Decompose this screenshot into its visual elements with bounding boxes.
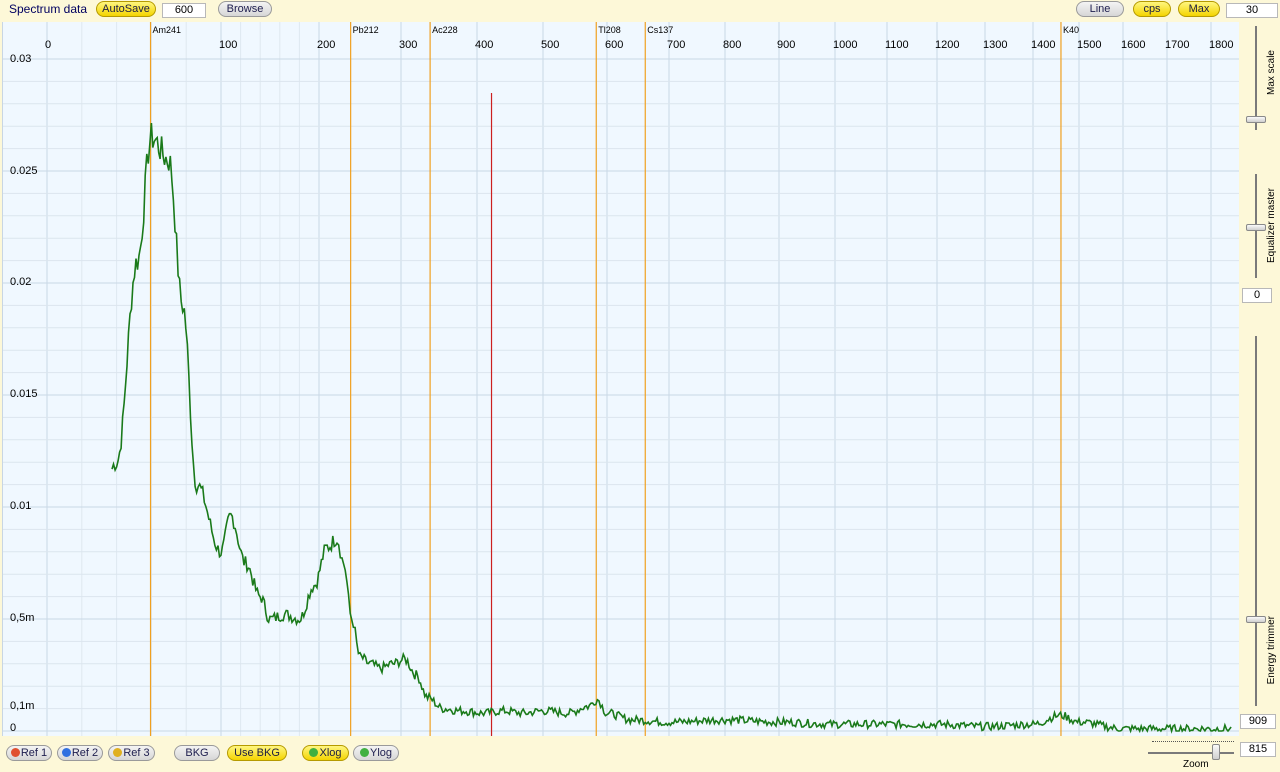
ref1-button[interactable]: Ref 1: [6, 745, 52, 761]
max-button[interactable]: Max: [1178, 1, 1220, 17]
ref3-button[interactable]: Ref 3: [108, 745, 155, 761]
x-tick-label: 900: [777, 39, 796, 51]
energy-trimmer-slider-track[interactable]: [1255, 336, 1257, 706]
bkg-button[interactable]: BKG: [174, 745, 220, 761]
x-tick-label: 1800: [1209, 39, 1234, 51]
zoom-slider-thumb[interactable]: [1212, 744, 1220, 760]
isotope-label: Pb212: [352, 25, 379, 35]
use-bkg-button[interactable]: Use BKG: [227, 745, 287, 761]
isotope-label: K40: [1062, 25, 1079, 35]
isotope-label: Cs137: [647, 25, 674, 35]
zoom-value-input[interactable]: 815: [1240, 742, 1276, 757]
y-tick-label: 0: [10, 722, 17, 734]
line-mode-button[interactable]: Line: [1076, 1, 1124, 17]
max-scale-slider-track[interactable]: [1255, 26, 1257, 130]
isotope-label: Ac228: [432, 25, 458, 35]
x-tick-label: 1600: [1121, 39, 1146, 51]
right-control-panel: Max scale Equalizer master 0 Energy trim…: [1240, 20, 1280, 736]
y-tick-label: 0.02: [10, 276, 32, 288]
x-tick-label: 400: [475, 39, 494, 51]
interval-input[interactable]: 600: [162, 3, 206, 18]
energy-trimmer-slider-thumb[interactable]: [1246, 616, 1266, 623]
ylog-label: Ylog: [369, 747, 393, 759]
ref3-dot-icon: [113, 748, 123, 757]
isotope-label: Am241: [152, 25, 182, 35]
max-value-input[interactable]: 30: [1226, 3, 1278, 18]
energy-trimmer-label: Energy trimmer: [1266, 616, 1277, 685]
cps-button[interactable]: cps: [1133, 1, 1171, 17]
x-tick-label: 1500: [1077, 39, 1102, 51]
spectrum-window: Spectrum data AutoSave 600 Browse Line c…: [0, 0, 1280, 772]
y-tick-label: 0.025: [10, 165, 38, 177]
max-scale-label: Max scale: [1266, 50, 1277, 96]
spectrum-plot[interactable]: 0 100 200 300 400 500 600 700 800 900 1000 1100 1200…: [2, 22, 1239, 736]
ylog-button[interactable]: Ylog: [353, 745, 399, 761]
x-tick-label: 200: [317, 39, 336, 51]
y-tick-label: 0.015: [10, 388, 38, 400]
x-tick-label: 1000: [833, 39, 858, 51]
zoom-slider-ticks: [1152, 741, 1234, 745]
x-tick-label: 1300: [983, 39, 1008, 51]
top-toolbar: Spectrum data AutoSave 600 Browse Line c…: [0, 0, 1280, 19]
xlog-dot-icon: [309, 748, 319, 757]
x-tick-label: 1700: [1165, 39, 1190, 51]
x-tick-label: 0: [45, 39, 52, 51]
max-scale-slider-thumb[interactable]: [1246, 116, 1266, 123]
window-title: Spectrum data: [9, 2, 88, 16]
zoom-label: Zoom: [1183, 759, 1209, 770]
xlog-label: Xlog: [319, 747, 342, 759]
ref2-dot-icon: [61, 748, 71, 757]
zoom-slider-track[interactable]: [1148, 752, 1234, 754]
x-tick-label: 300: [399, 39, 418, 51]
x-tick-label: 800: [723, 39, 742, 51]
equalizer-value-input[interactable]: 0: [1242, 288, 1272, 303]
ref1-dot-icon: [10, 748, 20, 757]
y-tick-label: 0,1m: [10, 700, 35, 712]
spectrum-chart-svg: [3, 22, 1239, 736]
autosave-button[interactable]: AutoSave: [96, 1, 156, 17]
equalizer-master-label: Equalizer master: [1266, 188, 1277, 264]
xlog-button[interactable]: Xlog: [302, 745, 349, 761]
y-tick-label: 0.03: [10, 53, 32, 65]
x-tick-label: 700: [667, 39, 686, 51]
x-tick-label: 500: [541, 39, 560, 51]
x-tick-label: 1100: [885, 39, 909, 51]
bottom-toolbar: Ref 1 Ref 2 Ref 3 BKG Use BKG Xlog Ylog …: [0, 738, 1280, 772]
browse-button[interactable]: Browse: [218, 1, 272, 17]
equalizer-slider-thumb[interactable]: [1246, 224, 1266, 231]
ref1-label: Ref 1: [20, 747, 48, 759]
x-tick-label: 600: [605, 39, 624, 51]
x-tick-label: 1200: [935, 39, 960, 51]
ref2-button[interactable]: Ref 2: [57, 745, 103, 761]
y-tick-label: 0,5m: [10, 612, 35, 624]
x-tick-label: 100: [219, 39, 238, 51]
energy-trimmer-value-input[interactable]: 909: [1240, 714, 1276, 729]
ylog-dot-icon: [359, 748, 369, 757]
ref3-label: Ref 3: [123, 747, 150, 759]
y-tick-label: 0.01: [10, 500, 32, 512]
isotope-label: Tl208: [598, 25, 621, 35]
x-tick-label: 1400: [1031, 39, 1056, 51]
ref2-label: Ref 2: [71, 747, 99, 759]
